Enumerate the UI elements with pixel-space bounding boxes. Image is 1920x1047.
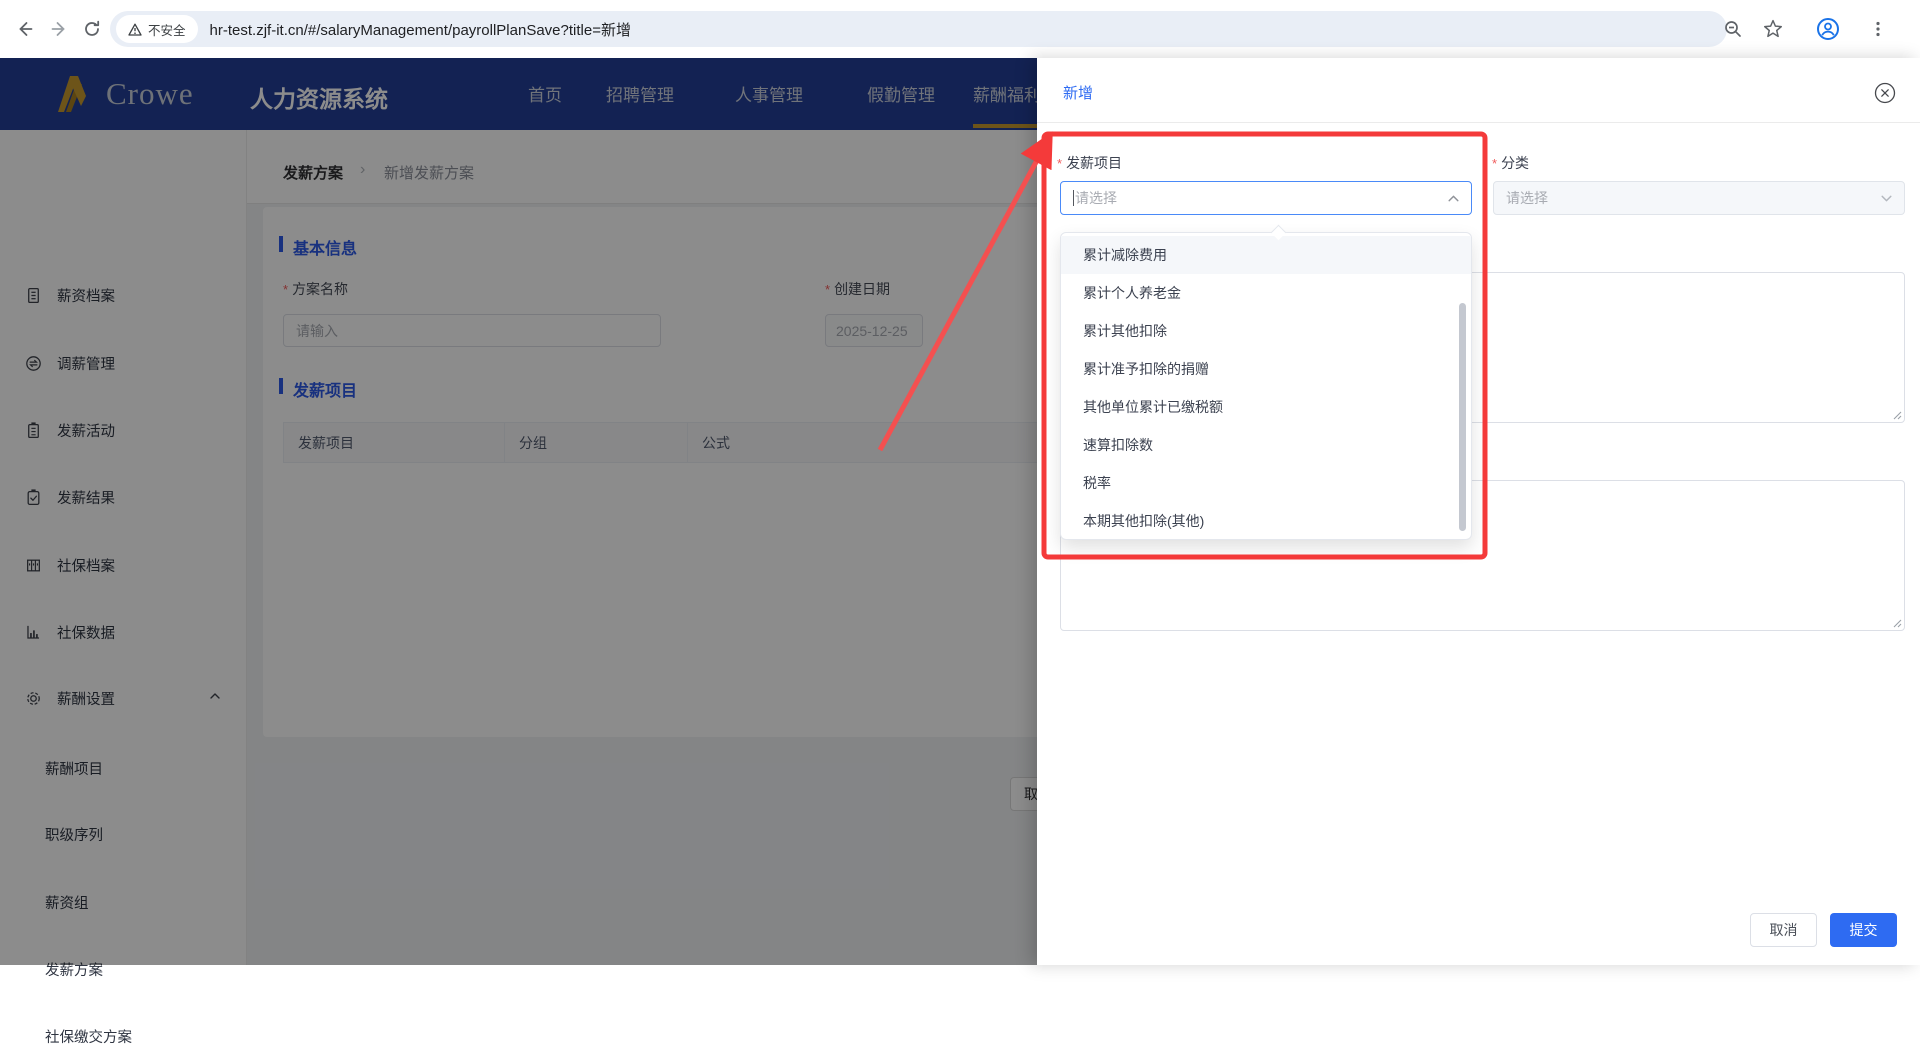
warning-icon	[128, 23, 142, 36]
payroll-item-select[interactable]: 请选择	[1060, 181, 1472, 215]
dropdown-option[interactable]: 累计个人养老金	[1061, 274, 1471, 312]
dropdown-scrollbar-thumb[interactable]	[1459, 303, 1466, 531]
drawer-title: 新增	[1063, 85, 1094, 102]
forward-icon[interactable]	[44, 13, 76, 45]
browser-toolbar: 不安全 hr-test.zjf-it.cn/#/salaryManagement…	[0, 0, 1920, 58]
category-label: * 分类	[1492, 155, 1530, 171]
drawer-header-divider	[1037, 122, 1920, 123]
profile-avatar-icon[interactable]	[1812, 13, 1844, 45]
text-caret	[1073, 190, 1074, 206]
dropdown-option[interactable]: 本期其他扣除(其他)	[1061, 502, 1471, 540]
close-icon[interactable]	[1874, 82, 1896, 104]
add-drawer: 新增 * 发薪项目 请选择 * 分类 请选择 累计减除费用 累计个人养老金 累计其他…	[1037, 58, 1920, 965]
dropdown-option[interactable]: 其他单位累计已缴税额	[1061, 388, 1471, 426]
menu-kebab-icon[interactable]	[1862, 13, 1894, 45]
drawer-modal-mask[interactable]	[0, 58, 1037, 965]
url-text: hr-test.zjf-it.cn/#/salaryManagement/pay…	[209, 21, 631, 39]
back-icon[interactable]	[8, 13, 40, 45]
site-security-chip[interactable]: 不安全	[116, 15, 198, 43]
chevron-down-icon	[1881, 195, 1892, 202]
reload-icon[interactable]	[76, 13, 108, 45]
sidebar-subitem-social-plan[interactable]: 社保缴交方案	[45, 1026, 132, 1047]
payroll-item-dropdown: 累计减除费用 累计个人养老金 累计其他扣除 累计准予扣除的捐赠 其他单位累计已缴…	[1060, 224, 1472, 540]
zoom-out-icon[interactable]	[1717, 13, 1749, 45]
dropdown-option[interactable]: 累计减除费用	[1061, 236, 1471, 274]
security-label: 不安全	[148, 23, 186, 38]
dropdown-option[interactable]: 累计准予扣除的捐赠	[1061, 350, 1471, 388]
drawer-cancel-button[interactable]: 取消	[1750, 913, 1817, 947]
chevron-up-icon	[1448, 195, 1459, 202]
drawer-submit-button[interactable]: 提交	[1830, 913, 1897, 947]
bookmark-star-icon[interactable]	[1757, 13, 1789, 45]
url-bar[interactable]: 不安全 hr-test.zjf-it.cn/#/salaryManagement…	[110, 11, 1727, 47]
dropdown-option[interactable]: 累计其他扣除	[1061, 312, 1471, 350]
category-select[interactable]: 请选择	[1493, 181, 1905, 215]
dropdown-option[interactable]: 速算扣除数	[1061, 426, 1471, 464]
payroll-item-label: * 发薪项目	[1057, 155, 1123, 171]
dropdown-option[interactable]: 税率	[1061, 464, 1471, 502]
